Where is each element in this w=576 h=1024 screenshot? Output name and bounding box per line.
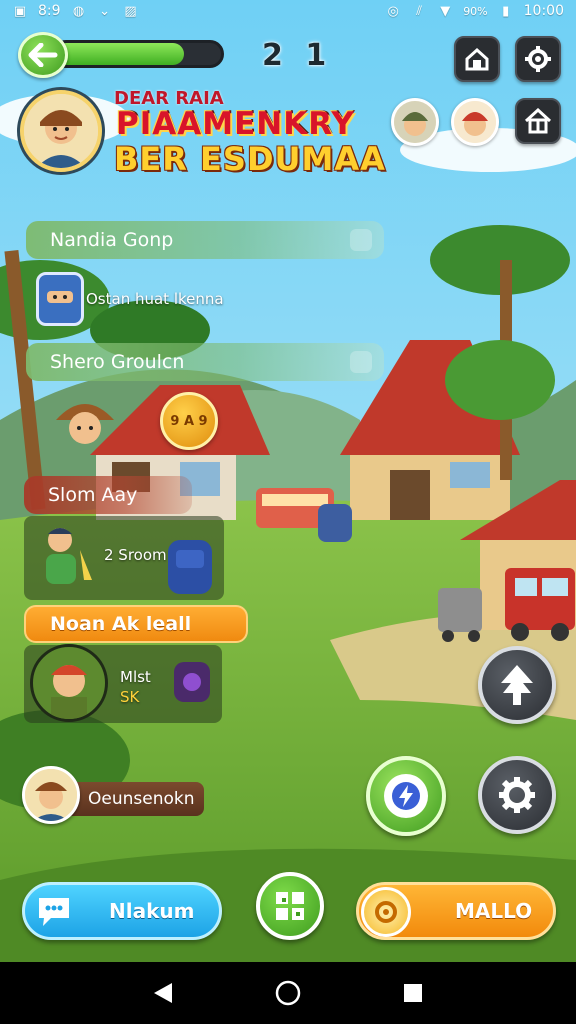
chat-button-label: Nlakum	[109, 899, 195, 923]
friend-portrait-icon	[394, 101, 436, 143]
user-name-chip[interactable]: Oeunsenokn	[62, 782, 204, 816]
game-title-line2: PIAAMENKRY	[116, 106, 355, 142]
nav-back-button[interactable]	[148, 978, 178, 1008]
tree-upgrade-icon	[501, 665, 533, 705]
bag-icon	[170, 654, 214, 704]
hammer-house-icon	[465, 47, 489, 71]
status-time-left: 8:9	[38, 3, 61, 19]
group-row-shero[interactable]: Shero Groulcn	[26, 343, 384, 381]
player-portrait-icon	[24, 94, 98, 168]
refresh-icon: ◍	[72, 3, 85, 19]
chevron-down-icon: ⌄	[99, 3, 110, 19]
options-button[interactable]	[478, 756, 556, 834]
user-name: Oeunsenokn	[88, 789, 195, 809]
level-number: 2 1	[262, 38, 333, 73]
app-icon: ▣	[13, 3, 27, 19]
lightning-icon	[392, 782, 420, 810]
group-row-nandia[interactable]: Nandia Gonp	[26, 221, 384, 259]
square-recents-icon	[404, 984, 423, 1002]
user-portrait-icon	[25, 769, 77, 821]
mini-card-line1: Mlst	[120, 668, 151, 686]
nav-recents-button[interactable]	[398, 978, 428, 1008]
house-icon	[524, 108, 552, 134]
build-button[interactable]	[454, 36, 500, 82]
gear-icon	[525, 46, 551, 72]
image-icon: ▨	[124, 3, 137, 19]
system-nav-bar	[0, 962, 576, 1024]
alarm-icon: ◎	[387, 3, 399, 19]
xp-progress-bar	[52, 40, 224, 68]
xp-progress-fill	[55, 43, 185, 65]
energy-button[interactable]	[366, 756, 446, 836]
slom-label: Slom Aay	[48, 484, 138, 506]
group-name-label: Nandia Gonp	[50, 229, 174, 251]
noan-header[interactable]: Noan Ak leall	[24, 605, 248, 643]
farmer-character-icon	[52, 392, 118, 454]
gear-icon	[499, 777, 535, 813]
group-name-label: Shero Groulcn	[50, 351, 185, 373]
backpack-icon	[160, 528, 220, 598]
mallo-button[interactable]: MALLO	[356, 882, 556, 940]
friend-avatar-1[interactable]	[391, 98, 439, 146]
status-bar: ▣ 8:9 ◍ ⌄ ▨ ◎ ⫽ ▼ 90% ▮ 10:00	[0, 0, 576, 22]
trash-icon[interactable]	[350, 351, 372, 373]
mallo-button-label: MALLO	[455, 899, 533, 923]
status-time-right: 10:00	[523, 3, 564, 19]
mini-card-line2: SK	[120, 688, 140, 706]
player-avatar[interactable]	[20, 90, 102, 172]
upgrade-button[interactable]	[478, 646, 556, 724]
arrow-left-icon	[28, 43, 58, 67]
chat-button[interactable]: Nlakum	[22, 882, 222, 940]
slom-header[interactable]: Slom Aay	[24, 476, 192, 514]
friend-portrait-icon	[454, 101, 496, 143]
sun-gear-icon	[361, 887, 411, 937]
row-groom-text: 2 Sroom	[104, 546, 167, 564]
worker-character-icon	[36, 520, 98, 592]
signal-icon: ⫽	[416, 3, 423, 19]
battery-level: 90%	[463, 4, 488, 18]
settings-button[interactable]	[515, 36, 561, 82]
nav-home-button[interactable]	[273, 978, 303, 1008]
circle-home-icon	[275, 980, 301, 1006]
back-button[interactable]	[18, 32, 68, 78]
home-button[interactable]	[515, 98, 561, 144]
soldier-character-icon[interactable]	[30, 644, 108, 722]
triangle-back-icon	[153, 983, 172, 1003]
map-grid-icon	[276, 892, 304, 920]
ninja-icon	[36, 272, 84, 326]
battery-icon: ▮	[502, 3, 510, 19]
noan-label: Noan Ak leall	[50, 613, 192, 635]
chat-bubble-icon	[31, 888, 77, 934]
coin-badge[interactable]: 9 A 9	[160, 392, 218, 450]
user-avatar[interactable]	[22, 766, 80, 824]
map-button[interactable]	[256, 872, 324, 940]
game-title-line3: BER ESDUMAA	[114, 140, 386, 178]
row-ostan-text: Ostan huat lkenna	[86, 290, 224, 308]
wifi-icon: ▼	[440, 3, 451, 19]
friend-avatar-2[interactable]	[451, 98, 499, 146]
group-action-icon[interactable]	[350, 229, 372, 251]
